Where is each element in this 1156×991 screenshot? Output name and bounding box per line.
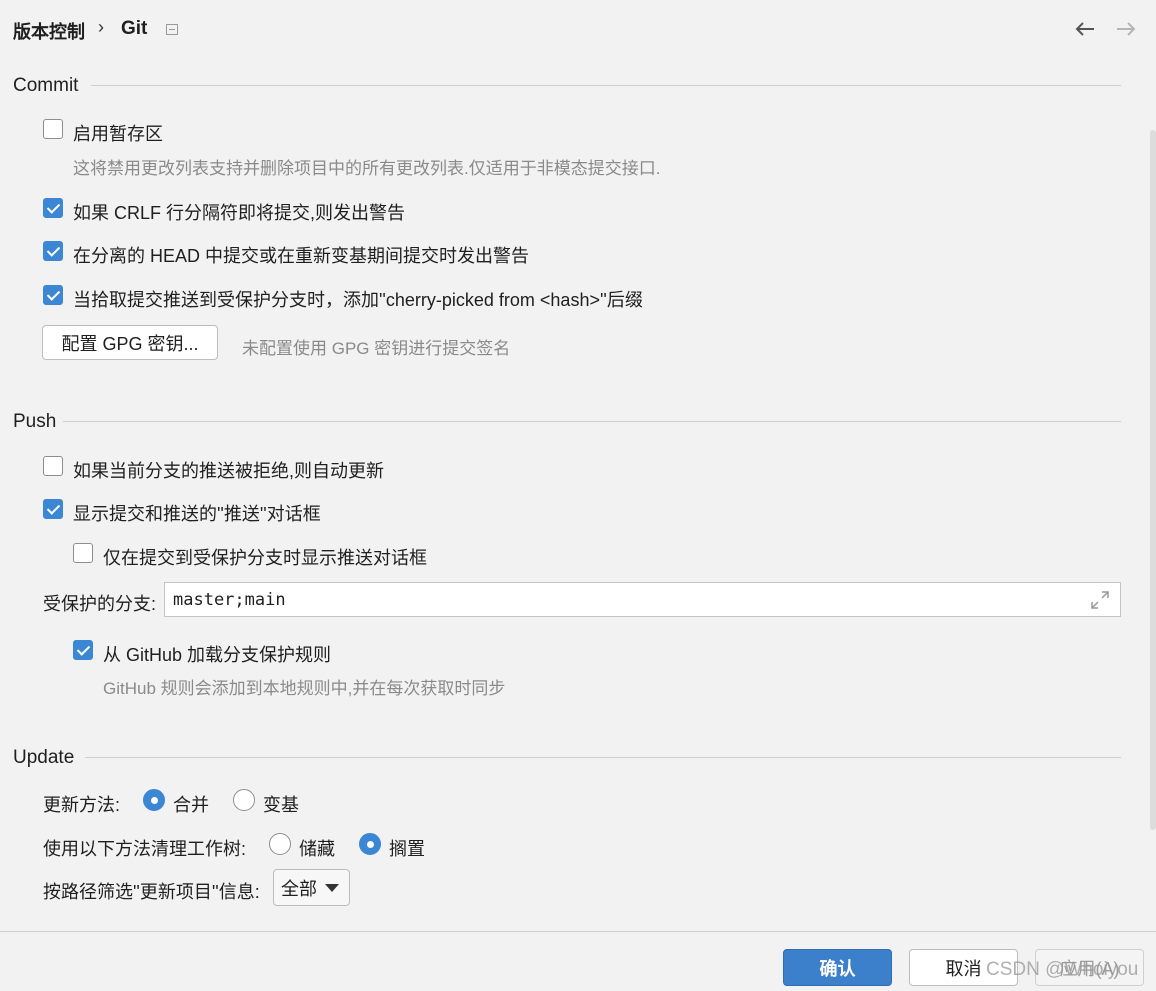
- expand-icon[interactable]: [1090, 590, 1110, 610]
- section-divider: [85, 757, 1121, 758]
- footer-divider: [0, 931, 1156, 932]
- filter-update-info-value: 全部: [281, 878, 317, 899]
- scrollbar[interactable]: [1150, 130, 1156, 830]
- section-divider: [91, 85, 1121, 86]
- staging-area-checkbox[interactable]: [43, 119, 63, 139]
- detached-head-warning-checkbox[interactable]: [43, 241, 63, 261]
- update-method-merge-radio[interactable]: [143, 789, 165, 811]
- project-settings-icon: [166, 24, 178, 35]
- protected-branches-value: master;main: [173, 589, 286, 610]
- show-push-dialog-checkbox[interactable]: [43, 499, 63, 519]
- update-method-merge-label: 合并: [173, 795, 209, 815]
- staging-area-label: 启用暂存区: [73, 124, 163, 144]
- gpg-status-text: 未配置使用 GPG 密钥进行提交签名: [242, 339, 511, 358]
- section-title-push: Push: [13, 411, 57, 432]
- clean-worktree-shelve-label: 搁置: [389, 839, 425, 859]
- cherry-pick-suffix-label: 当拾取提交推送到受保护分支时，添加''cherry-picked from <h…: [73, 290, 643, 310]
- clean-worktree-label: 使用以下方法清理工作树:: [43, 839, 246, 859]
- chevron-down-icon: [325, 884, 339, 892]
- github-protection-rules-label: 从 GitHub 加载分支保护规则: [103, 645, 332, 665]
- protected-branches-label: 受保护的分支:: [43, 594, 157, 614]
- crlf-warning-label: 如果 CRLF 行分隔符即将提交,则发出警告: [73, 203, 406, 223]
- filter-update-info-label: 按路径筛选''更新项目''信息:: [43, 882, 260, 902]
- section-divider: [63, 421, 1121, 422]
- update-method-rebase-label: 变基: [263, 795, 299, 815]
- protected-only-push-dialog-checkbox[interactable]: [73, 543, 93, 563]
- settings-header: 版本控制 › Git: [0, 0, 1156, 60]
- section-title-commit: Commit: [13, 75, 79, 96]
- clean-worktree-shelve-radio[interactable]: [359, 833, 381, 855]
- apply-button[interactable]: 应用(A): [1035, 949, 1144, 986]
- update-method-label: 更新方法:: [43, 795, 121, 815]
- forward-button[interactable]: [1113, 16, 1139, 42]
- breadcrumb-version-control[interactable]: 版本控制: [13, 18, 85, 44]
- auto-update-on-reject-label: 如果当前分支的推送被拒绝,则自动更新: [73, 461, 384, 481]
- github-protection-rules-hint: GitHub 规则会添加到本地规则中,并在每次获取时同步: [103, 679, 506, 698]
- crlf-warning-checkbox[interactable]: [43, 198, 63, 218]
- clean-worktree-stash-label: 储藏: [299, 839, 335, 859]
- configure-gpg-key-button[interactable]: 配置 GPG 密钥...: [42, 325, 218, 360]
- back-button[interactable]: [1072, 16, 1098, 42]
- github-protection-rules-checkbox[interactable]: [73, 640, 93, 660]
- update-method-rebase-radio[interactable]: [233, 789, 255, 811]
- staging-area-hint: 这将禁用更改列表支持并删除项目中的所有更改列表.仅适用于非模态提交接口.: [73, 159, 661, 178]
- detached-head-warning-label: 在分离的 HEAD 中提交或在重新变基期间提交时发出警告: [73, 246, 530, 266]
- auto-update-on-reject-checkbox[interactable]: [43, 456, 63, 476]
- cancel-button[interactable]: 取消: [909, 949, 1018, 986]
- breadcrumb-git: Git: [121, 18, 148, 39]
- protected-branches-input[interactable]: master;main: [164, 582, 1121, 617]
- filter-update-info-dropdown[interactable]: 全部: [273, 869, 350, 906]
- ok-button[interactable]: 确认: [783, 949, 892, 986]
- protected-only-push-dialog-label: 仅在提交到受保护分支时显示推送对话框: [103, 548, 427, 568]
- clean-worktree-stash-radio[interactable]: [269, 833, 291, 855]
- arrow-left-icon: [1075, 22, 1094, 36]
- section-title-update: Update: [13, 747, 75, 768]
- arrow-right-icon: [1117, 22, 1136, 36]
- cherry-pick-suffix-checkbox[interactable]: [43, 285, 63, 305]
- breadcrumb-separator: ›: [98, 17, 104, 37]
- show-push-dialog-label: 显示提交和推送的''推送''对话框: [73, 504, 321, 524]
